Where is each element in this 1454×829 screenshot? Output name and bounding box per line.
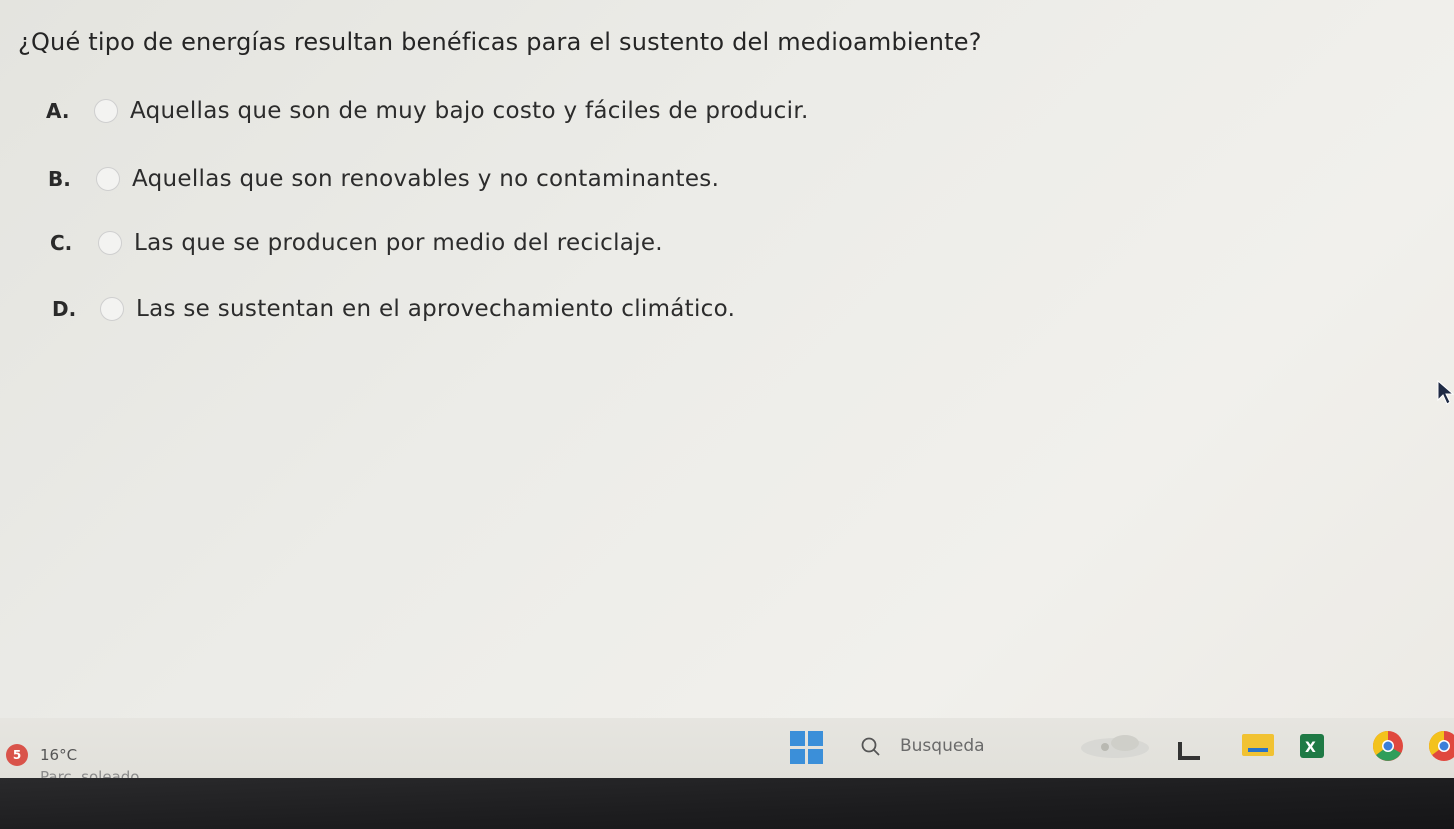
windows-logo-icon — [790, 731, 805, 746]
radio-button[interactable] — [98, 231, 122, 255]
svg-text:X: X — [1305, 740, 1316, 756]
windows-logo-pane — [808, 749, 823, 764]
windows-logo-pane — [808, 731, 823, 746]
taskbar-search[interactable]: Busqueda — [900, 736, 985, 756]
option-d[interactable]: D. Las se sustentan en el aprovechamient… — [52, 291, 735, 327]
windows-logo-pane — [790, 749, 805, 764]
option-b[interactable]: B. Aquellas que son renovables y no cont… — [48, 161, 719, 197]
radio-button[interactable] — [100, 297, 124, 321]
start-button[interactable] — [790, 731, 824, 765]
taskbar: 5 16°C Parc. soleado Busqueda X — [0, 718, 1454, 786]
folder-icon[interactable] — [1238, 726, 1278, 770]
mouse-cursor-icon — [1437, 380, 1454, 405]
quiz-panel: ¿Qué tipo de energías resultan benéficas… — [0, 0, 1454, 720]
excel-icon[interactable]: X — [1296, 726, 1328, 770]
search-icon[interactable] — [860, 736, 882, 758]
option-letter: D. — [52, 297, 77, 321]
file-explorer-icon[interactable] — [1172, 726, 1208, 770]
option-c[interactable]: C. Las que se producen por medio del rec… — [50, 225, 663, 261]
chrome-icon[interactable] — [1368, 726, 1408, 770]
weather-temperature[interactable]: 16°C — [40, 746, 77, 764]
option-letter: A. — [46, 99, 70, 123]
option-letter: C. — [50, 231, 73, 255]
question-text: ¿Qué tipo de energías resultan benéficas… — [18, 28, 982, 56]
option-a[interactable]: A. Aquellas que son de muy bajo costo y … — [46, 93, 809, 129]
monitor-bezel — [0, 778, 1454, 829]
option-letter: B. — [48, 167, 71, 191]
option-text[interactable]: Aquellas que son renovables y no contami… — [132, 166, 719, 192]
option-text[interactable]: Aquellas que son de muy bajo costo y fác… — [130, 98, 809, 124]
radio-button[interactable] — [94, 99, 118, 123]
weather-widget-icon[interactable] — [1075, 726, 1155, 770]
option-text[interactable]: Las que se producen por medio del recicl… — [134, 230, 663, 256]
weather-badge[interactable]: 5 — [6, 744, 28, 766]
radio-button[interactable] — [96, 167, 120, 191]
chrome-icon[interactable] — [1424, 726, 1454, 770]
option-text[interactable]: Las se sustentan en el aprovechamiento c… — [136, 296, 735, 322]
